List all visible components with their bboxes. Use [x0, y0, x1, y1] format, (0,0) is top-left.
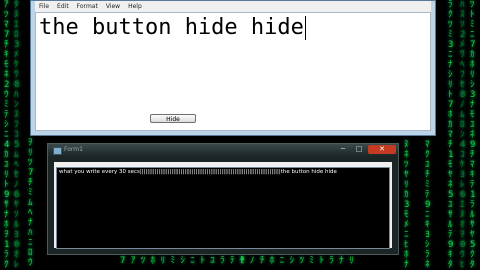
matrix-rain: ｦ ﾘ ﾂ 7 ﾁ ﾐ ﾑ ﾍ ﾅ ﾊ ﾆ ﾛ ｳ [28, 138, 34, 268]
close-button[interactable]: ✕ [368, 145, 396, 154]
text-editor[interactable]: the button hide hide [35, 12, 431, 131]
textbox-prefix: what you write every 30 secs [59, 169, 140, 175]
minimize-button[interactable]: ─ [336, 145, 350, 154]
form-client-area: what you write every 30 secs||||||||||||… [54, 162, 392, 249]
matrix-rain: ｱ ﾂ ﾏ 7 ﾁ ｷ ﾓ ﾈ 2 ｳ ﾐ ﾃ ｼ ﾆ 4 ｶ ﾕ ﾘ ﾄ 9 … [4, 0, 10, 270]
matrix-rain: ﾗ ｸ ﾂ ﾐ 3 ﾆ ﾅ ｼ ﾘ ﾄ 7 ﾎ ｶ ﾏ ﾁ 1 ﾓ ﾔ ﾈ 5 … [448, 0, 454, 270]
textbox-line: what you write every 30 secs||||||||||||… [59, 169, 337, 175]
menu-view[interactable]: View [106, 3, 120, 10]
matrix-rain: 7 ｱ ﾂ ﾎ ﾘ ﾐ ｼ ﾆ ﾄ ﾕ ﾗ ﾃ ﾁ [120, 256, 245, 266]
menu-help[interactable]: Help [128, 3, 142, 10]
editor-content: the button hide hide [39, 15, 306, 41]
menu-bar: File Edit Format View Help [35, 1, 431, 12]
menu-file[interactable]: File [39, 3, 49, 10]
matrix-rain: ﾂ ﾄ ﾐ ﾆ 7 ｶ ﾎ ﾘ ｼ 3 ﾅ ﾓ ﾕ ﾈ 9 ﾁ ﾏ ｷ ﾃ 1 … [470, 0, 476, 270]
notepad-window: File Edit Format View Help the button hi… [30, 0, 436, 136]
window-title: Form1 [64, 146, 83, 153]
editor-text: the button hide hide [39, 15, 304, 40]
form-icon [53, 147, 62, 155]
textbox-masked: ||||||||||||||||||||||||||||||||||||||||… [139, 169, 281, 175]
matrix-rain: ﾀ ﾇ ｴ ﾛ 3 ﾒ ｹ ﾜ 8 ﾊ ﾝ ｽ ﾌ ｺ 5 ﾑ ﾍ ｾ ﾉ 6 … [14, 0, 20, 270]
matrix-rain: ﾏ ｸ ﾕ ﾁ ﾐ ﾃ 9 ﾆ ｷ ﾖ ｼ ﾗ ﾈ [425, 140, 431, 270]
matrix-rain: ﾇ ﾈ ﾂ ﾔ ﾘ ｶ 3 ﾓ ﾒ ﾆ ﾋ ﾎ ﾅ [404, 140, 410, 270]
matrix-rain: ﾊ ｽ ｿ 2 ﾒ ﾜ ﾍ ﾌ ｾ 8 ﾉ ﾑ ﾛ ﾝ 4 ｺ ｹ ﾖ ﾚ 6 … [460, 0, 466, 270]
form-window: Form1 ─ □ ✕ what you write every 30 secs… [47, 143, 399, 255]
matrix-rain: ｾ ﾉ ﾁ ﾎ ﾆ ｼ ﾂ ﾐ ﾄ ﾗ ﾅ ﾘ [240, 256, 354, 266]
output-textbox[interactable]: what you write every 30 secs||||||||||||… [56, 167, 390, 249]
maximize-button[interactable]: □ [352, 145, 366, 154]
title-bar[interactable]: Form1 ─ □ ✕ [48, 144, 398, 156]
menu-edit[interactable]: Edit [57, 3, 69, 10]
hide-button[interactable]: Hide [150, 114, 196, 123]
menu-format[interactable]: Format [77, 3, 98, 10]
text-caret [304, 16, 306, 40]
textbox-suffix: the button hide hide [280, 169, 337, 175]
